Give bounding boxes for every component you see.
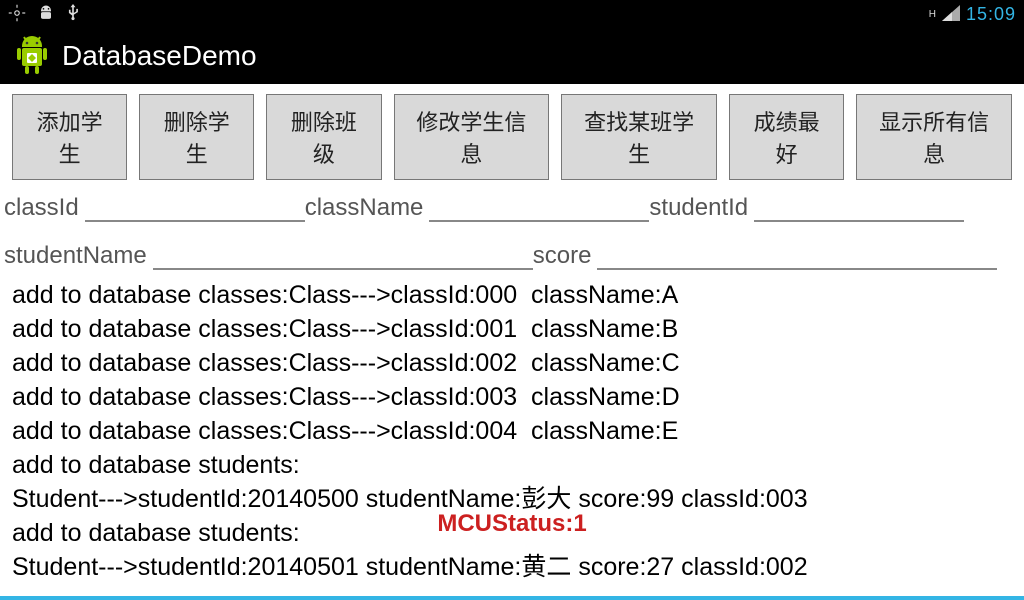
studentid-input[interactable] <box>754 194 964 222</box>
title-bar: DatabaseDemo <box>0 28 1024 84</box>
show-all-button[interactable]: 显示所有信息 <box>856 94 1012 180</box>
android-robot-icon <box>14 36 50 76</box>
score-input[interactable] <box>597 242 997 270</box>
bottom-highlight <box>0 596 1024 600</box>
studentname-label: studentName <box>4 242 147 270</box>
delete-student-button[interactable]: 删除学生 <box>139 94 254 180</box>
data-badge: H <box>929 9 936 20</box>
delete-class-button[interactable]: 删除班级 <box>266 94 381 180</box>
add-student-button[interactable]: 添加学生 <box>12 94 127 180</box>
form-row-1: classId className studentId <box>0 186 1024 226</box>
classname-label: className <box>305 194 424 222</box>
classid-label: classId <box>4 194 79 222</box>
gps-icon <box>8 4 26 25</box>
app-title: DatabaseDemo <box>62 40 257 72</box>
best-score-button[interactable]: 成绩最好 <box>729 94 844 180</box>
studentname-input[interactable] <box>153 242 533 270</box>
classname-input[interactable] <box>429 194 649 222</box>
form-row-2: studentName score <box>0 226 1024 274</box>
signal-icon <box>942 5 960 24</box>
debug-android-icon <box>36 5 56 24</box>
usb-icon <box>66 4 80 25</box>
score-label: score <box>533 242 592 270</box>
clock: 15:09 <box>966 4 1016 25</box>
studentid-label: studentId <box>649 194 748 222</box>
find-class-students-button[interactable]: 查找某班学生 <box>561 94 717 180</box>
log-output[interactable]: add to database classes:Class--->classId… <box>0 274 1024 584</box>
status-bar: H 15:09 <box>0 0 1024 28</box>
classid-input[interactable] <box>85 194 305 222</box>
action-button-row: 添加学生 删除学生 删除班级 修改学生信息 查找某班学生 成绩最好 显示所有信息 <box>0 84 1024 186</box>
edit-student-button[interactable]: 修改学生信息 <box>394 94 550 180</box>
